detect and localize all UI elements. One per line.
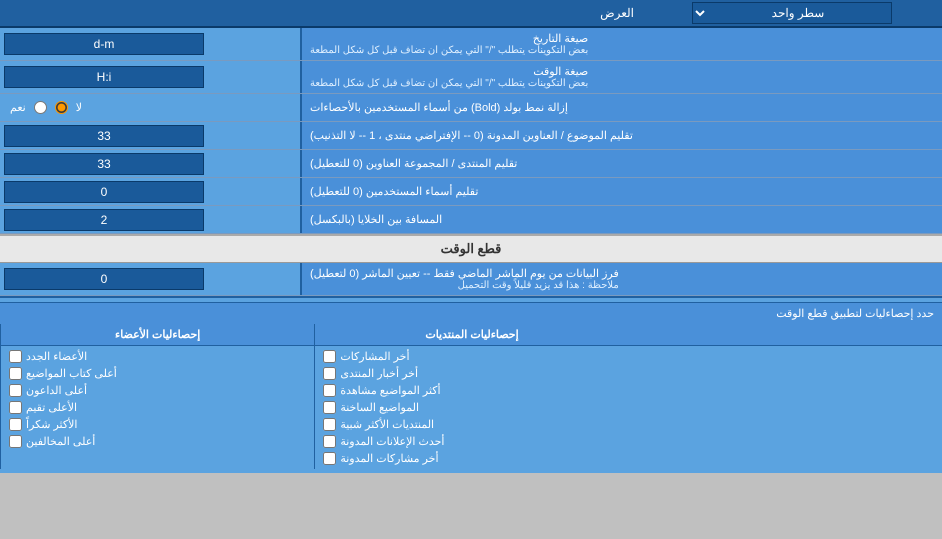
checkbox-column-empty — [629, 346, 942, 469]
bold-usernames-row: إزالة نمط بولد (Bold) من أسماء المستخدمي… — [0, 94, 942, 122]
checkbox-col-header-1 — [629, 324, 942, 345]
top-header-row: سطر واحدسطرينثلاثة أسطر العرض — [0, 0, 942, 28]
checkbox-rows: أخر المشاركات أخر أخبار المنتدى أكثر الم… — [0, 346, 942, 469]
checkbox-item-most-viewed[interactable]: أكثر المواضيع مشاهدة — [323, 382, 620, 399]
time-format-input-wrapper[interactable] — [0, 61, 300, 93]
topic-title-length-input-wrapper[interactable] — [0, 122, 300, 149]
forum-title-length-row: تقليم المنتدى / المجموعة العناوين (0 للت… — [0, 150, 942, 178]
checkbox-column-forums: أخر المشاركات أخر أخبار المنتدى أكثر الم… — [314, 346, 628, 469]
bold-no-label: لا — [76, 101, 82, 114]
checkbox-item-top-violators[interactable]: أعلى المخالفين — [9, 433, 306, 450]
bold-usernames-label: إزالة نمط بولد (Bold) من أسماء المستخدمي… — [300, 94, 942, 121]
cell-spacing-input[interactable] — [4, 209, 204, 231]
checkbox-item-latest-announcements[interactable]: أحدث الإعلانات المدونة — [323, 433, 620, 450]
username-length-row: تقليم أسماء المستخدمين (0 للتعطيل) — [0, 178, 942, 206]
forum-title-length-input[interactable] — [4, 153, 204, 175]
display-label: العرض — [0, 2, 642, 24]
cell-spacing-row: المسافة بين الخلايا (بالبكسل) — [0, 206, 942, 234]
checkbox-item-last-news[interactable]: أخر أخبار المنتدى — [323, 365, 620, 382]
checkbox-item-last-blog-posts[interactable]: أخر مشاركات المدونة — [323, 450, 620, 467]
time-format-input[interactable] — [4, 66, 204, 88]
username-length-input[interactable] — [4, 181, 204, 203]
cutoff-section-header: قطع الوقت — [0, 234, 942, 263]
main-container: سطر واحدسطرينثلاثة أسطر العرض صيغة التار… — [0, 0, 942, 473]
bold-no-radio[interactable] — [55, 101, 68, 114]
checkbox-last-blog-posts[interactable] — [323, 452, 336, 465]
forum-title-length-label: تقليم المنتدى / المجموعة العناوين (0 للت… — [300, 150, 942, 177]
checkbox-label-most-thanked: الأكثر شكراً — [26, 418, 77, 431]
checkbox-label-top-donors: أعلى الداعون — [26, 384, 87, 397]
checkbox-item-last-posts[interactable]: أخر المشاركات — [323, 348, 620, 365]
checkbox-label-last-news: أخر أخبار المنتدى — [340, 367, 418, 380]
topic-title-length-label: تقليم الموضوع / العناوين المدونة (0 -- ا… — [300, 122, 942, 149]
cell-spacing-input-wrapper[interactable] — [0, 206, 300, 233]
display-mode-select[interactable]: سطر واحدسطرينثلاثة أسطر — [692, 2, 892, 24]
checkbox-label-last-blog-posts: أخر مشاركات المدونة — [340, 452, 438, 465]
date-format-row: صيغة التاريخ بعض التكوينات يتطلب "/" الت… — [0, 28, 942, 61]
checkbox-label-hot-topics: المواضيع الساخنة — [340, 401, 419, 414]
time-format-row: صيغة الوقت بعض التكوينات يتطلب "/" التي … — [0, 61, 942, 94]
checkbox-label-most-similar: المنتديات الأكثر شبية — [340, 418, 434, 431]
cutoff-days-input-wrapper[interactable] — [0, 263, 300, 295]
checkbox-top-topic-writers[interactable] — [9, 367, 22, 380]
checkbox-latest-announcements[interactable] — [323, 435, 336, 448]
username-length-input-wrapper[interactable] — [0, 178, 300, 205]
checkbox-label-top-rated: الأعلى تقيم — [26, 401, 77, 414]
cutoff-days-row: فرز البيانات من يوم الماشر الماضي فقط --… — [0, 263, 942, 296]
username-length-label: تقليم أسماء المستخدمين (0 للتعطيل) — [300, 178, 942, 205]
checkbox-item-top-rated[interactable]: الأعلى تقيم — [9, 399, 306, 416]
checkbox-top-donors[interactable] — [9, 384, 22, 397]
checkbox-item-new-members[interactable]: الأعضاء الجدد — [9, 348, 306, 365]
checkbox-col-header-3: إحصاءليات الأعضاء — [0, 324, 314, 345]
date-format-input[interactable] — [4, 33, 204, 55]
checkbox-most-viewed[interactable] — [323, 384, 336, 397]
bold-yes-radio[interactable] — [34, 101, 47, 114]
date-format-label: صيغة التاريخ بعض التكوينات يتطلب "/" الت… — [300, 28, 942, 60]
display-mode-select-wrapper[interactable]: سطر واحدسطرينثلاثة أسطر — [642, 0, 942, 26]
checkbox-item-most-thanked[interactable]: الأكثر شكراً — [9, 416, 306, 433]
checkbox-label-latest-announcements: أحدث الإعلانات المدونة — [340, 435, 444, 448]
checkbox-item-top-donors[interactable]: أعلى الداعون — [9, 382, 306, 399]
checkbox-most-similar[interactable] — [323, 418, 336, 431]
apply-label-row: حدد إحصاءليات لتطبيق قطع الوقت — [0, 302, 942, 324]
date-format-input-wrapper[interactable] — [0, 28, 300, 60]
checkbox-label-top-violators: أعلى المخالفين — [26, 435, 95, 448]
checkbox-item-most-similar[interactable]: المنتديات الأكثر شبية — [323, 416, 620, 433]
checkbox-col-header-2: إحصاءليات المنتديات — [314, 324, 628, 345]
checkbox-header-row: إحصاءليات المنتديات إحصاءليات الأعضاء — [0, 324, 942, 346]
checkbox-hot-topics[interactable] — [323, 401, 336, 414]
topic-title-length-row: تقليم الموضوع / العناوين المدونة (0 -- ا… — [0, 122, 942, 150]
cell-spacing-label: المسافة بين الخلايا (بالبكسل) — [300, 206, 942, 233]
checkboxes-section: حدد إحصاءليات لتطبيق قطع الوقت إحصاءليات… — [0, 296, 942, 473]
bold-yes-label: نعم — [10, 101, 26, 114]
checkbox-most-thanked[interactable] — [9, 418, 22, 431]
checkbox-item-top-topic-writers[interactable]: أعلى كتاب المواضيع — [9, 365, 306, 382]
bold-radio-group: لا نعم — [4, 99, 88, 116]
apply-label: حدد إحصاءليات لتطبيق قطع الوقت — [776, 308, 934, 320]
checkbox-label-new-members: الأعضاء الجدد — [26, 350, 87, 363]
topic-title-length-input[interactable] — [4, 125, 204, 147]
checkbox-label-top-topic-writers: أعلى كتاب المواضيع — [26, 367, 117, 380]
cutoff-days-input[interactable] — [4, 268, 204, 290]
checkbox-label-most-viewed: أكثر المواضيع مشاهدة — [340, 384, 440, 397]
bold-usernames-input-wrapper[interactable]: لا نعم — [0, 94, 300, 121]
checkbox-last-posts[interactable] — [323, 350, 336, 363]
checkbox-new-members[interactable] — [9, 350, 22, 363]
time-format-label: صيغة الوقت بعض التكوينات يتطلب "/" التي … — [300, 61, 942, 93]
cutoff-days-label: فرز البيانات من يوم الماشر الماضي فقط --… — [300, 263, 942, 295]
checkbox-label-last-posts: أخر المشاركات — [340, 350, 409, 363]
checkbox-top-violators[interactable] — [9, 435, 22, 448]
checkbox-top-rated[interactable] — [9, 401, 22, 414]
forum-title-length-input-wrapper[interactable] — [0, 150, 300, 177]
checkbox-item-hot-topics[interactable]: المواضيع الساخنة — [323, 399, 620, 416]
checkbox-last-news[interactable] — [323, 367, 336, 380]
checkbox-column-members: الأعضاء الجدد أعلى كتاب المواضيع أعلى ال… — [0, 346, 314, 469]
